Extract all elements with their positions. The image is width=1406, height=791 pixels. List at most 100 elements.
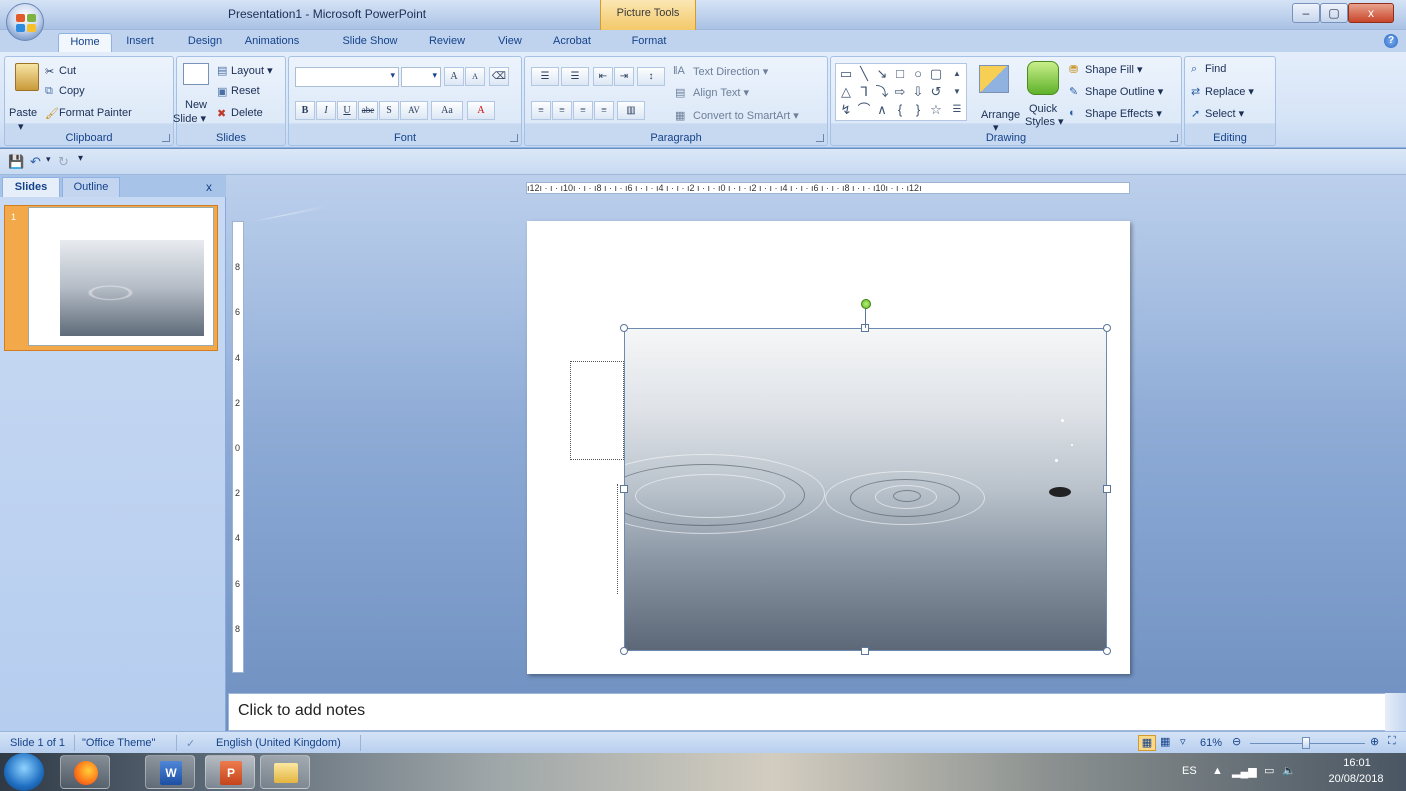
down-arrow-shape-icon[interactable]: ⇩ (910, 84, 926, 100)
start-button-icon[interactable] (4, 753, 44, 791)
volume-icon[interactable]: 🔈 (1282, 764, 1296, 777)
left-brace-shape-icon[interactable]: { (892, 102, 908, 118)
undo-icon[interactable]: ↶ (30, 154, 41, 170)
arrange-icon[interactable] (979, 65, 1009, 93)
elbow-connector-icon[interactable]: ᒣ (856, 84, 872, 100)
maximize-button[interactable]: ▢ (1320, 3, 1348, 23)
resize-handle-bottom-right[interactable] (1103, 647, 1111, 655)
battery-icon[interactable]: ▭ (1264, 764, 1274, 777)
firefox-taskbar-icon[interactable] (60, 755, 110, 789)
select-button[interactable]: Select ▾ (1205, 107, 1244, 120)
justify-icon[interactable]: ≡ (594, 101, 614, 120)
tab-format[interactable]: Format (620, 33, 678, 52)
tab-view[interactable]: View (488, 33, 532, 52)
curved-shape-icon[interactable]: ↺ (928, 84, 944, 100)
shape-fill-button[interactable]: Shape Fill ▾ (1085, 63, 1143, 76)
slide-sorter-view-icon[interactable]: ▦ (1160, 735, 1170, 748)
line-spacing-icon[interactable]: ↕ (637, 67, 665, 86)
rotation-handle[interactable] (861, 299, 871, 309)
font-size-box[interactable]: ▾ (401, 67, 441, 87)
align-left-icon[interactable]: ≡ (531, 101, 551, 120)
zoom-out-icon[interactable]: ⊖ (1232, 735, 1241, 748)
zoom-in-icon[interactable]: ⊕ (1370, 735, 1379, 748)
align-right-icon[interactable]: ≡ (573, 101, 593, 120)
paste-button[interactable]: Paste (9, 107, 37, 119)
text-direction-button[interactable]: Text Direction ▾ (693, 65, 768, 78)
tab-slides[interactable]: Slides (2, 177, 60, 197)
layout-button[interactable]: Layout ▾ (231, 64, 273, 77)
close-button[interactable]: x (1348, 3, 1394, 23)
minimize-button[interactable]: – (1292, 3, 1320, 23)
curve-shape-icon[interactable]: ⌒ (856, 102, 872, 118)
grow-font-button[interactable]: A (444, 67, 464, 86)
reset-button[interactable]: Reset (231, 85, 260, 97)
underline-button[interactable]: U (337, 101, 357, 120)
line-shape-icon[interactable]: ╲ (856, 66, 872, 82)
align-center-icon[interactable]: ≡ (552, 101, 572, 120)
paragraph-launcher-icon[interactable] (816, 134, 824, 142)
word-taskbar-icon[interactable]: W (145, 755, 195, 789)
replace-button[interactable]: Replace ▾ (1205, 85, 1254, 98)
resize-handle-bottom[interactable] (861, 647, 869, 655)
font-name-box[interactable]: ▾ (295, 67, 399, 87)
resize-handle-bottom-left[interactable] (620, 647, 628, 655)
text-placeholder[interactable] (570, 361, 624, 460)
elbow-arrow-icon[interactable]: ⤵ (874, 84, 890, 100)
save-icon[interactable]: 💾 (8, 154, 24, 170)
normal-view-icon[interactable]: ▦ (1138, 735, 1156, 751)
right-brace-shape-icon[interactable]: } (910, 102, 926, 118)
paste-icon[interactable] (15, 63, 39, 91)
zoom-level[interactable]: 61% (1200, 737, 1222, 749)
tab-outline[interactable]: Outline (62, 177, 120, 197)
new-slide-icon[interactable] (183, 63, 209, 85)
right-arrow-shape-icon[interactable]: ⇨ (892, 84, 908, 100)
copy-button[interactable]: Copy (59, 85, 85, 97)
tab-design[interactable]: Design (180, 33, 230, 52)
shapes-gallery[interactable]: ▭ ╲ ↘ □ ○ ▢ △ ᒣ ⤵ ⇨ ⇩ ↺ ↯ ⌒ ∧ { } ☆ ▲ ▼ … (835, 63, 967, 121)
vertical-ruler[interactable]: 8 6 4 2 0 2 4 6 8 (232, 221, 244, 673)
close-panel-button[interactable]: x (200, 177, 218, 197)
align-text-button[interactable]: Align Text ▾ (693, 86, 749, 99)
find-button[interactable]: Find (1205, 63, 1226, 75)
star-shape-icon[interactable]: ☆ (928, 102, 944, 118)
zoom-slider-thumb[interactable] (1302, 737, 1311, 749)
rectangle-shape-icon[interactable]: □ (892, 66, 908, 82)
increase-indent-icon[interactable]: ⇥ (614, 67, 634, 86)
notes-pane[interactable]: Click to add notes (228, 693, 1398, 731)
redo-icon[interactable]: ↻ (58, 154, 69, 170)
network-icon[interactable]: ▂▄▆ (1232, 765, 1257, 778)
shrink-font-button[interactable]: A (465, 67, 485, 86)
convert-smartart-button[interactable]: Convert to SmartArt ▾ (693, 109, 799, 122)
delete-button[interactable]: Delete (231, 107, 263, 119)
format-painter-button[interactable]: Format Painter (59, 107, 132, 119)
gallery-up-icon[interactable]: ▲ (949, 66, 965, 82)
rounded-rectangle-shape-icon[interactable]: ▢ (928, 66, 944, 82)
explorer-taskbar-icon[interactable] (260, 755, 310, 789)
resize-handle-right[interactable] (1103, 485, 1111, 493)
theme-name[interactable]: "Office Theme" (82, 737, 155, 749)
new-slide-button[interactable]: New (185, 99, 207, 111)
drawing-launcher-icon[interactable] (1170, 134, 1178, 142)
shadow-button[interactable]: S (379, 101, 399, 120)
character-spacing-button[interactable]: AV (400, 101, 428, 120)
gallery-down-icon[interactable]: ▼ (949, 84, 965, 100)
font-launcher-icon[interactable] (510, 134, 518, 142)
show-hidden-icons-icon[interactable]: ▲ (1212, 765, 1223, 777)
strikethrough-button[interactable]: abe (358, 101, 378, 120)
tab-slide-show[interactable]: Slide Show (332, 33, 408, 52)
tab-animations[interactable]: Animations (232, 33, 312, 52)
bullets-icon[interactable]: ☰ (531, 67, 559, 86)
numbering-icon[interactable]: ☰ (561, 67, 589, 86)
notes-scrollbar[interactable] (1385, 693, 1406, 731)
gallery-more-icon[interactable]: ☰ (949, 102, 965, 118)
resize-handle-top-left[interactable] (620, 324, 628, 332)
triangle-shape-icon[interactable]: △ (838, 84, 854, 100)
customize-qat-icon[interactable]: ▾ (78, 153, 83, 164)
font-color-button[interactable]: A (467, 101, 495, 120)
office-button[interactable] (6, 3, 44, 41)
oval-shape-icon[interactable]: ○ (910, 66, 926, 82)
change-case-button[interactable]: Aa (431, 101, 463, 120)
slide-show-view-icon[interactable]: ▿ (1180, 735, 1186, 748)
input-language[interactable]: ES (1182, 765, 1197, 777)
bold-button[interactable]: B (295, 101, 315, 120)
